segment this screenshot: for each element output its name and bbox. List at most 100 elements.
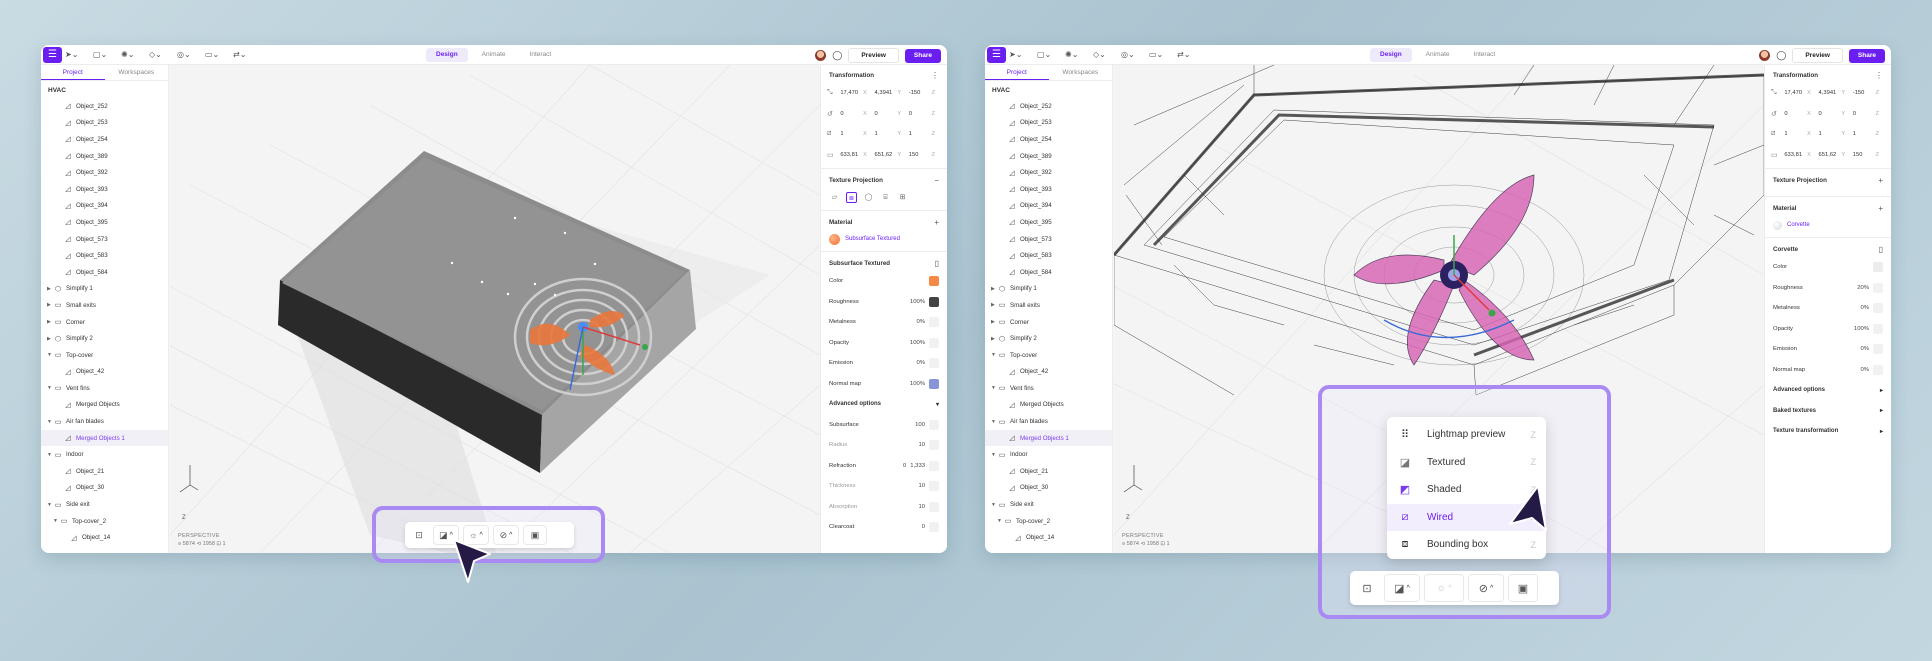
add-icon[interactable]: + bbox=[934, 218, 939, 227]
comment-icon[interactable]: ◯ bbox=[1776, 50, 1786, 61]
menu-item-textured[interactable]: ◪ Textured Z bbox=[1387, 449, 1546, 477]
grid-button[interactable]: ⊘ ^ bbox=[1468, 574, 1504, 602]
collapse-icon[interactable]: − bbox=[934, 176, 939, 185]
tab-design[interactable]: Design bbox=[426, 48, 468, 62]
tree-item[interactable]: ▼ ▭ Top-cover_2 bbox=[41, 513, 168, 530]
more-icon[interactable]: ⋮ bbox=[931, 71, 939, 80]
tree-item[interactable]: ◿ Object_395 bbox=[985, 214, 1112, 231]
tab-animate[interactable]: Animate bbox=[1416, 48, 1460, 62]
tab-workspaces[interactable]: Workspaces bbox=[105, 65, 169, 80]
comment-icon[interactable]: ◯ bbox=[832, 50, 842, 61]
tree-item[interactable]: ▼ ▭ Top-cover_2 bbox=[985, 513, 1112, 530]
normal-map[interactable] bbox=[929, 378, 939, 389]
lighting-button[interactable]: ☼ ^ bbox=[1424, 574, 1464, 602]
tree-item[interactable]: ▼ ▭ Air fan blades bbox=[41, 413, 168, 430]
emission-map[interactable] bbox=[929, 358, 939, 369]
roughness-map[interactable] bbox=[929, 296, 939, 307]
tree-item[interactable]: ◿ Object_30 bbox=[41, 480, 168, 497]
tree-item[interactable]: ◿ Object_392 bbox=[985, 164, 1112, 181]
event-tool-icon[interactable]: ◎⌄ bbox=[1121, 49, 1143, 60]
normal-map[interactable] bbox=[1873, 364, 1883, 375]
tree-item[interactable]: ▼ ▭ Top-cover bbox=[985, 347, 1112, 364]
tree-item[interactable]: ◿ Object_30 bbox=[985, 480, 1112, 497]
tree-item[interactable]: ◿ Object_253 bbox=[41, 115, 168, 132]
roughness-map[interactable] bbox=[1873, 282, 1883, 293]
tree-item-selected[interactable]: ◿ Merged Objects 1 bbox=[985, 429, 1112, 447]
tree-item[interactable]: ◿ Object_395 bbox=[41, 214, 168, 231]
tab-project[interactable]: Project bbox=[41, 65, 105, 80]
tree-item[interactable]: ▼ ▭ Air fan blades bbox=[985, 413, 1112, 430]
tree-item-selected[interactable]: ◿ Merged Objects 1 bbox=[41, 429, 168, 447]
metalness-map[interactable] bbox=[1873, 303, 1883, 314]
tree-item[interactable]: ▼ ▭ Vent fins bbox=[41, 380, 168, 397]
tree-item[interactable]: ▼ ▭ Side exit bbox=[985, 496, 1112, 513]
image-icon[interactable]: ▣ bbox=[1508, 574, 1538, 602]
avatar[interactable] bbox=[1759, 50, 1771, 61]
menu-icon[interactable]: ☰ bbox=[987, 47, 1006, 63]
tree-item[interactable]: ◿ Object_254 bbox=[985, 131, 1112, 148]
tree-item[interactable]: ◿ Object_14 bbox=[985, 529, 1112, 546]
tree-item[interactable]: ◿ Object_573 bbox=[41, 231, 168, 248]
light-tool-icon[interactable]: ✺⌄ bbox=[1065, 49, 1087, 60]
menu-item-lightmap-preview[interactable]: ⠿ Lightmap preview Z bbox=[1387, 421, 1546, 449]
tree-item[interactable]: ◿ Merged Objects bbox=[41, 397, 168, 414]
tab-interact[interactable]: Interact bbox=[520, 48, 562, 62]
tree-item[interactable]: ◿ Object_584 bbox=[985, 264, 1112, 281]
tree-item[interactable]: ◿ Object_389 bbox=[41, 148, 168, 165]
3d-viewport[interactable]: Z PERSPECTIVE ≡ 5874 ⊲ 1958 ⊡ 1 bbox=[170, 65, 820, 553]
color-swatch[interactable] bbox=[1873, 262, 1883, 273]
preview-button[interactable]: Preview bbox=[1792, 48, 1843, 63]
select-tool-icon[interactable]: ➤⌄ bbox=[65, 49, 87, 60]
tree-item[interactable]: ◿ Object_583 bbox=[985, 247, 1112, 264]
tab-design[interactable]: Design bbox=[1370, 48, 1412, 62]
tree-item[interactable]: ◿ Object_254 bbox=[41, 131, 168, 148]
tab-project[interactable]: Project bbox=[985, 65, 1049, 80]
image-icon[interactable]: ▣ bbox=[523, 525, 547, 545]
tree-item[interactable]: ◿ Object_393 bbox=[41, 181, 168, 198]
sphere-projection-icon[interactable]: ◯ bbox=[863, 192, 874, 203]
focus-icon[interactable]: ⊡ bbox=[1354, 574, 1380, 602]
tab-animate[interactable]: Animate bbox=[472, 48, 516, 62]
tree-item[interactable]: ▶ ▭ Small exits bbox=[985, 297, 1112, 314]
preview-button[interactable]: Preview bbox=[848, 48, 899, 63]
tree-item[interactable]: ▶ ▭ Small exits bbox=[41, 297, 168, 314]
tree-item[interactable]: ◿ Object_253 bbox=[985, 115, 1112, 132]
tree-item[interactable]: ◿ Object_393 bbox=[985, 181, 1112, 198]
tree-item[interactable]: ▶ ▭ Corner bbox=[41, 314, 168, 331]
texture-transformation[interactable]: Texture transformation ▸ bbox=[1765, 421, 1891, 442]
tree-item[interactable]: ◿ Object_252 bbox=[41, 98, 168, 115]
tree-item[interactable]: ◿ Object_14 bbox=[41, 529, 168, 546]
link-tool-icon[interactable]: ⇄⌄ bbox=[1177, 49, 1199, 60]
tree-item[interactable]: ◿ Object_394 bbox=[41, 198, 168, 215]
tab-workspaces[interactable]: Workspaces bbox=[1049, 65, 1113, 80]
advanced-options[interactable]: Advanced options ▾ bbox=[821, 394, 947, 415]
tree-item[interactable]: ▶ ▭ Corner bbox=[985, 314, 1112, 331]
cube-tool-icon[interactable]: ▢⌄ bbox=[93, 49, 115, 60]
tree-item[interactable]: ▼ ▭ Side exit bbox=[41, 496, 168, 513]
material-tool-icon[interactable]: ◇⌄ bbox=[149, 49, 171, 60]
material-tool-icon[interactable]: ◇⌄ bbox=[1093, 49, 1115, 60]
focus-icon[interactable]: ⊡ bbox=[409, 525, 429, 545]
plane-projection-icon[interactable]: ▱ bbox=[829, 192, 840, 203]
add-icon[interactable]: + bbox=[1878, 176, 1883, 185]
color-swatch[interactable] bbox=[929, 276, 939, 287]
tree-item[interactable]: ▼ ▭ Vent fins bbox=[985, 380, 1112, 397]
tree-item[interactable]: ◿ Object_584 bbox=[41, 264, 168, 281]
tree-item[interactable]: ▼ ▭ Indoor bbox=[985, 446, 1112, 463]
tree-item[interactable]: ◿ Object_573 bbox=[985, 231, 1112, 248]
share-button[interactable]: Share bbox=[1848, 48, 1885, 63]
opacity-map[interactable] bbox=[929, 337, 939, 348]
material-item[interactable]: Subsurface Textured bbox=[821, 230, 947, 248]
link-tool-icon[interactable]: ⇄⌄ bbox=[233, 49, 255, 60]
tree-item[interactable]: ◿ Object_394 bbox=[985, 198, 1112, 215]
book-icon[interactable]: ▯ bbox=[1879, 245, 1883, 254]
tree-item[interactable]: ◿ Object_389 bbox=[985, 148, 1112, 165]
baked-textures[interactable]: Baked textures ▸ bbox=[1765, 401, 1891, 422]
opacity-map[interactable] bbox=[1873, 323, 1883, 334]
add-icon[interactable]: + bbox=[1878, 204, 1883, 213]
tree-item[interactable]: ▼ ▭ Indoor bbox=[41, 446, 168, 463]
tree-item[interactable]: ◿ Object_42 bbox=[985, 364, 1112, 381]
tree-item[interactable]: ◿ Object_42 bbox=[41, 364, 168, 381]
select-tool-icon[interactable]: ➤⌄ bbox=[1009, 49, 1031, 60]
tree-item[interactable]: ▶ ⬡ Simplify 2 bbox=[985, 330, 1112, 347]
